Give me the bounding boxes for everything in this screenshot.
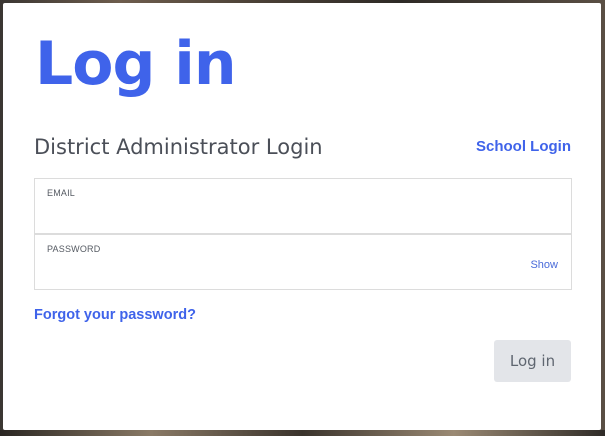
login-button[interactable]: Log in [494, 340, 571, 382]
password-label: PASSWORD [47, 244, 101, 254]
login-dialog: Log in District Administrator Login Scho… [3, 3, 601, 430]
email-input[interactable] [47, 203, 511, 225]
password-field[interactable]: PASSWORD Show [34, 234, 572, 290]
show-password-button[interactable]: Show [530, 259, 558, 271]
email-label: EMAIL [47, 188, 76, 198]
dialog-subtitle: District Administrator Login [34, 135, 323, 159]
email-field[interactable]: EMAIL [34, 178, 572, 234]
password-input[interactable] [47, 259, 511, 281]
dialog-title: Log in [35, 29, 237, 99]
page-backdrop-strip [0, 430, 605, 436]
school-login-link[interactable]: School Login [476, 137, 571, 157]
forgot-password-link[interactable]: Forgot your password? [34, 305, 196, 325]
